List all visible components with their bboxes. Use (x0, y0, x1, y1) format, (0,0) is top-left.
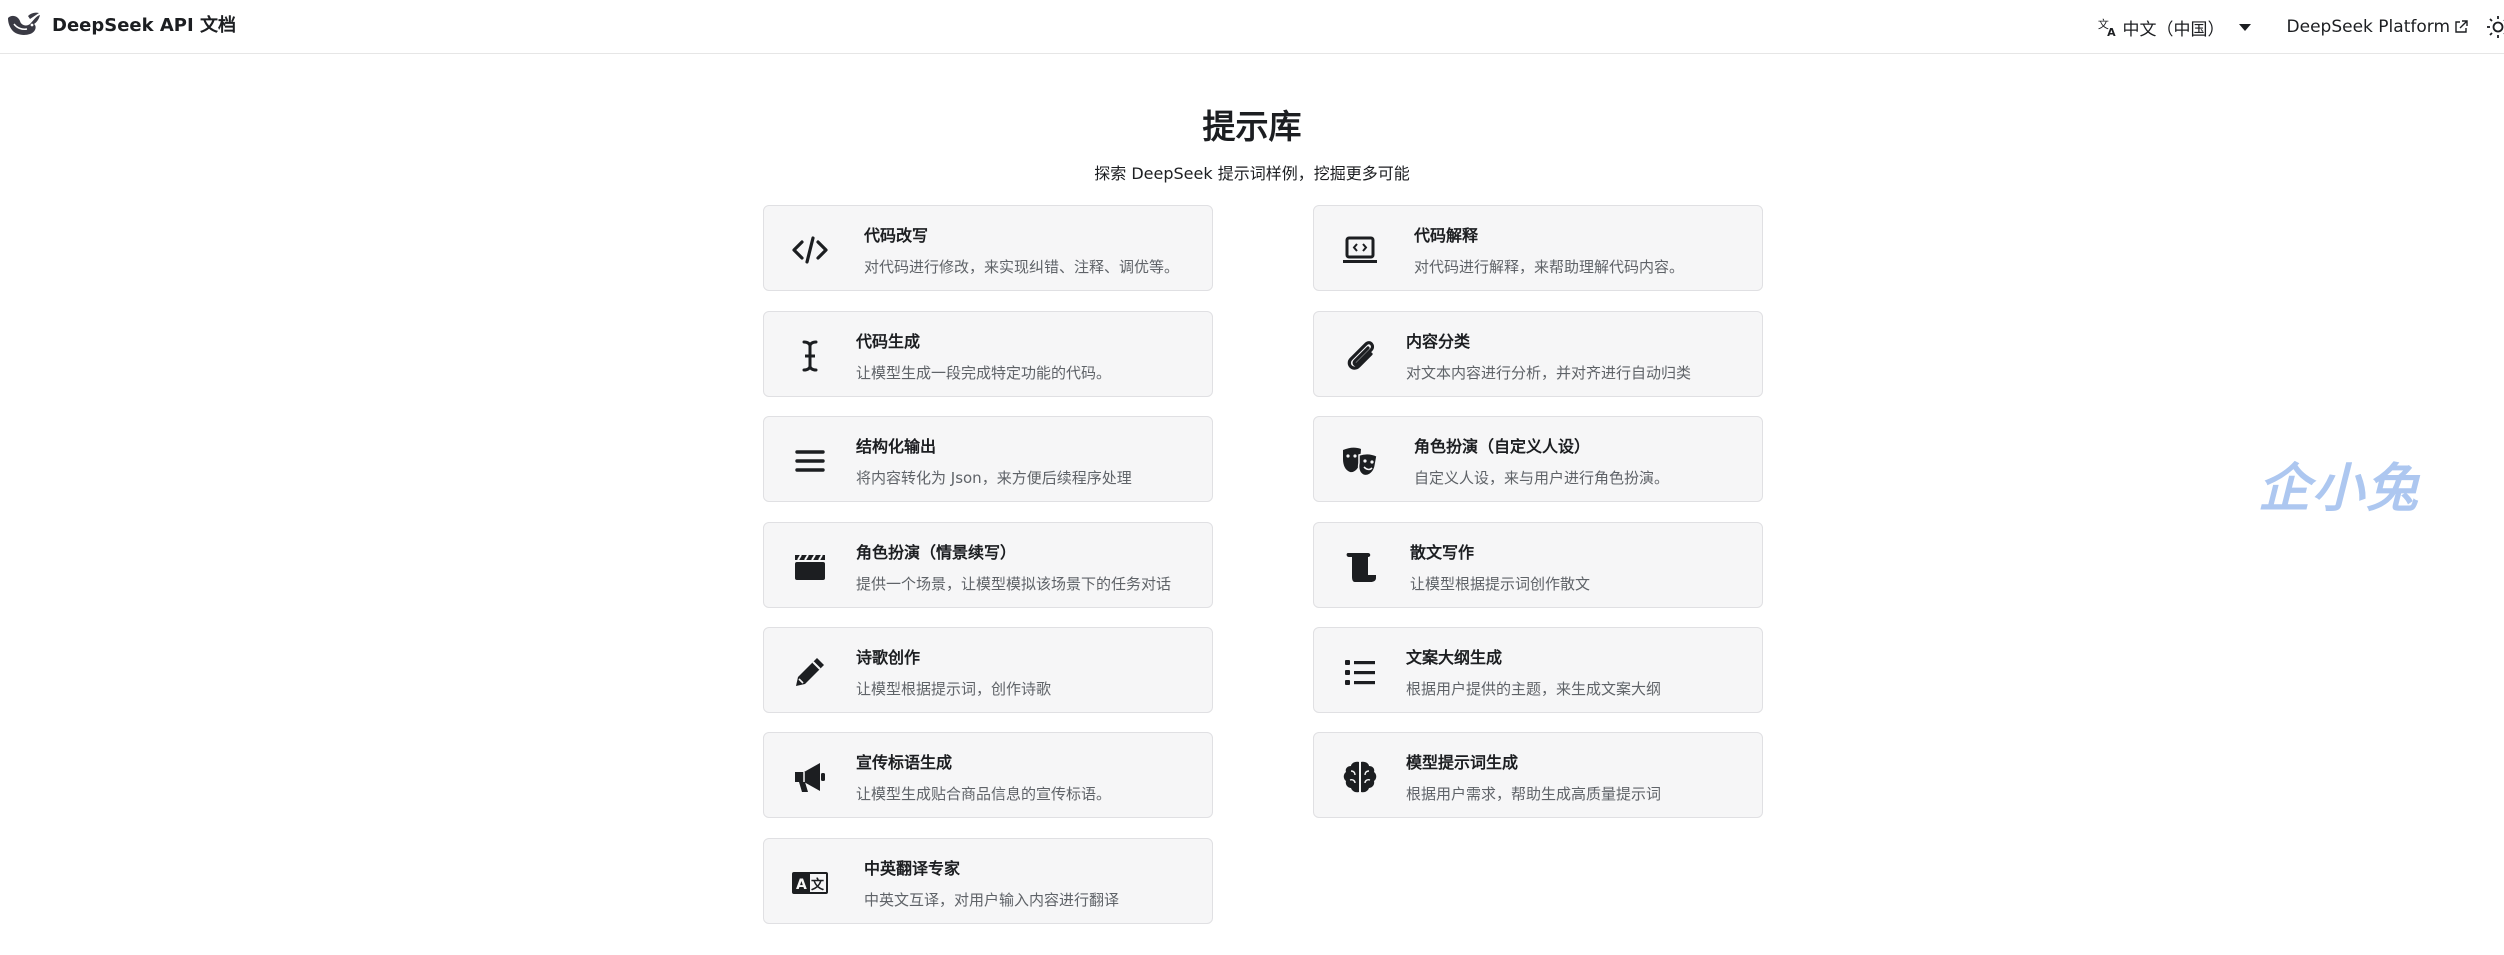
text-cursor-icon (790, 336, 830, 376)
svg-text:A: A (796, 877, 807, 893)
card-description: 根据用户需求，帮助生成高质量提示词 (1406, 785, 1662, 803)
card-title: 宣传标语生成 (856, 753, 953, 772)
card-title: 角色扮演（自定义人设） (1414, 437, 1591, 456)
svg-text:A: A (2107, 26, 2116, 38)
brand-title: DeepSeek API 文档 (52, 15, 236, 36)
prompt-card-content-classify[interactable]: 内容分类 对文本内容进行分析，并对齐进行自动归类 (1313, 311, 1763, 397)
prompt-card-poetry[interactable]: 诗歌创作 让模型根据提示词，创作诗歌 (763, 627, 1213, 713)
card-description: 提供一个场景，让模型模拟该场景下的任务对话 (856, 575, 1172, 593)
language-dropdown[interactable]: 文 A 中文（中国） (2097, 15, 2251, 40)
menu-icon (790, 441, 830, 481)
card-description: 让模型根据提示词创作散文 (1410, 575, 1591, 593)
card-description: 对代码进行修改，来实现纠错、注释、调优等。 (864, 258, 1180, 276)
paperclip-icon (1340, 336, 1380, 376)
pen-icon (790, 652, 830, 692)
theater-masks-icon (1340, 441, 1380, 481)
page-title: 提示库 (1202, 107, 1302, 146)
language-icon: A文 (790, 863, 830, 903)
platform-link[interactable]: DeepSeek Platform (2287, 17, 2468, 37)
card-title: 文案大纲生成 (1406, 648, 1503, 667)
card-description: 将内容转化为 Json，来方便后续程序处理 (856, 469, 1132, 487)
svg-text:文: 文 (811, 877, 825, 893)
watermark-logo: 企小兔 (2258, 459, 2421, 519)
platform-label: DeepSeek Platform (2286, 17, 2450, 37)
card-description: 根据用户提供的主题，来生成文案大纲 (1406, 680, 1662, 698)
page-subtitle: 探索 DeepSeek 提示词样例，挖掘更多可能 (1094, 164, 1410, 183)
card-title: 中英翻译专家 (864, 859, 961, 878)
chevron-down-icon (2238, 23, 2251, 31)
prompt-card-code-explain[interactable]: 代码解释 对代码进行解释，来帮助理解代码内容。 (1313, 205, 1763, 291)
scroll-icon (1340, 547, 1380, 587)
language-label: 中文（中国） (2122, 19, 2225, 40)
card-description: 对代码进行解释，来帮助理解代码内容。 (1414, 258, 1685, 276)
list-icon (1340, 652, 1380, 692)
card-title: 代码解释 (1414, 226, 1479, 245)
megaphone-icon (790, 757, 830, 797)
navbar-right: 文 A 中文（中国） DeepSeek Platform (2097, 0, 2504, 54)
card-title: 代码改写 (864, 226, 929, 245)
card-title: 代码生成 (856, 332, 921, 351)
card-title: 结构化输出 (856, 437, 937, 456)
clapperboard-icon (790, 547, 830, 587)
card-description: 让模型根据提示词，创作诗歌 (856, 680, 1052, 698)
external-link-icon (2455, 20, 2468, 33)
laptop-code-icon (1340, 230, 1380, 270)
brand-link[interactable]: DeepSeek API 文档 (6, 10, 236, 38)
prompt-card-prompt-generate[interactable]: 模型提示词生成 根据用户需求，帮助生成高质量提示词 (1313, 732, 1763, 818)
card-title: 散文写作 (1410, 543, 1475, 562)
card-title: 角色扮演（情景续写） (856, 543, 1017, 562)
card-title: 模型提示词生成 (1406, 753, 1519, 772)
card-description: 中英文互译，对用户输入内容进行翻译 (864, 891, 1120, 909)
card-description: 让模型生成贴合商品信息的宣传标语。 (856, 785, 1112, 803)
prompt-card-prose-writing[interactable]: 散文写作 让模型根据提示词创作散文 (1313, 522, 1763, 608)
deepseek-whale-logo (8, 12, 40, 35)
prompt-card-structured-output[interactable]: 结构化输出 将内容转化为 Json，来方便后续程序处理 (763, 416, 1213, 502)
prompt-card-slogan[interactable]: 宣传标语生成 让模型生成贴合商品信息的宣传标语。 (763, 732, 1213, 818)
card-description: 自定义人设，来与用户进行角色扮演。 (1414, 469, 1670, 487)
card-title: 诗歌创作 (856, 648, 921, 667)
prompt-card-translation[interactable]: A文 中英翻译专家 中英文互译，对用户输入内容进行翻译 (763, 838, 1213, 924)
code-icon (790, 230, 830, 270)
translate-icon: 文 A (2097, 17, 2116, 38)
brain-icon (1340, 757, 1380, 797)
prompt-card-code-rewrite[interactable]: 代码改写 对代码进行修改，来实现纠错、注释、调优等。 (763, 205, 1213, 291)
top-navbar: DeepSeek API 文档 文 A 中文（中国） DeepSeek Plat… (0, 0, 2504, 54)
prompt-card-roleplay-persona[interactable]: 角色扮演（自定义人设） 自定义人设，来与用户进行角色扮演。 (1313, 416, 1763, 502)
card-description: 对文本内容进行分析，并对齐进行自动归类 (1406, 364, 1692, 382)
prompt-card-roleplay-scenario[interactable]: 角色扮演（情景续写） 提供一个场景，让模型模拟该场景下的任务对话 (763, 522, 1213, 608)
prompt-card-outline[interactable]: 文案大纲生成 根据用户提供的主题，来生成文案大纲 (1313, 627, 1763, 713)
sun-icon[interactable] (2486, 15, 2504, 39)
card-title: 内容分类 (1406, 332, 1471, 351)
card-description: 让模型生成一段完成特定功能的代码。 (856, 364, 1112, 382)
prompt-card-code-generate[interactable]: 代码生成 让模型生成一段完成特定功能的代码。 (763, 311, 1213, 397)
